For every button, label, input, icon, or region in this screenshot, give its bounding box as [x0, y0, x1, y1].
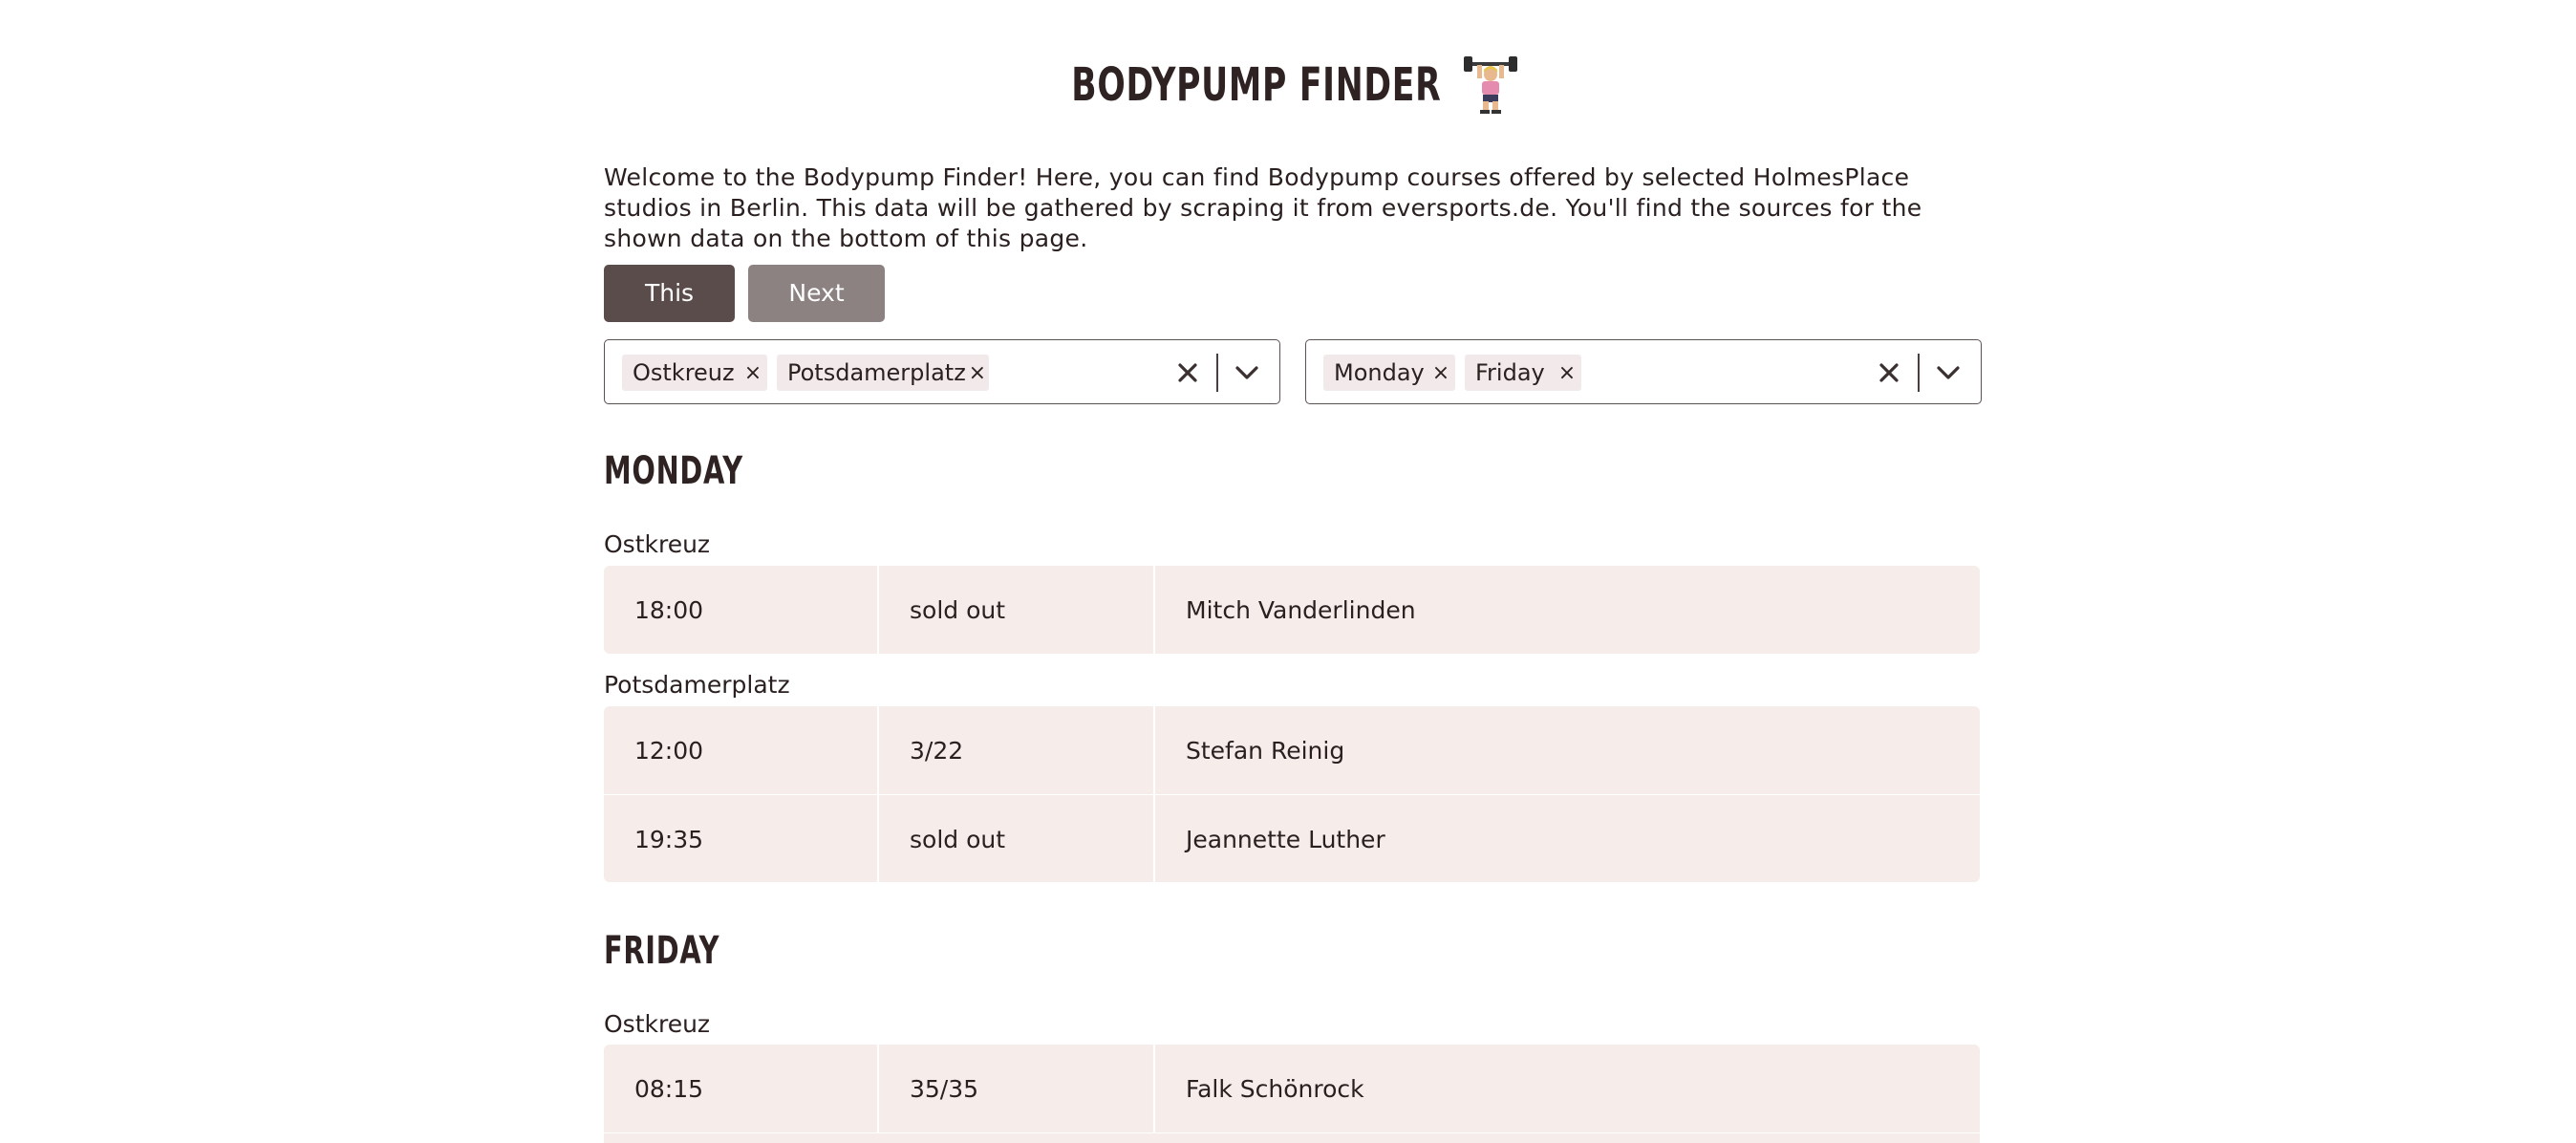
studio-label-ostkreuz: Ostkreuz: [604, 1010, 711, 1038]
course-trainer: Mitch Vanderlinden: [1186, 595, 1416, 624]
course-trainer: Stefan Reinig: [1186, 736, 1345, 765]
this-week-button[interactable]: This week: [604, 265, 735, 364]
next-week-button[interactable]: Next week: [748, 265, 885, 364]
chip-label: Monday: [1334, 359, 1425, 386]
chip-label: Friday: [1475, 359, 1545, 386]
remove-chip-icon[interactable]: ×: [1553, 355, 1581, 391]
table-row: 12:00 3/22 Stefan Reinig: [604, 706, 1980, 794]
studio-label-ostkreuz: Ostkreuz: [604, 530, 711, 558]
remove-chip-icon[interactable]: ×: [1427, 355, 1455, 391]
page-title: BODYPUMP FINDER: [1071, 58, 1442, 112]
day-heading-friday: FRIDAY: [604, 929, 720, 973]
course-time: 08:15: [604, 1045, 879, 1132]
course-table: 18:00 sold out Mitch Vanderlinden: [604, 566, 1980, 654]
course-spots: sold out: [879, 566, 1155, 654]
remove-chip-icon[interactable]: ×: [966, 355, 989, 391]
intro-text: Welcome to the Bodypump Finder! Here, yo…: [604, 163, 1922, 252]
course-table: 08:15 35/35 Falk Schönrock: [604, 1045, 1980, 1143]
day-chip-friday: Friday ×: [1465, 355, 1581, 391]
location-chip-potsdamerplatz: Potsdamerplatz ×: [777, 355, 989, 391]
select-divider: [1216, 354, 1218, 392]
course-trainer: Falk Schönrock: [1186, 1074, 1364, 1103]
day-heading-monday: MONDAY: [604, 449, 743, 493]
day-select[interactable]: Monday × Friday ×: [1305, 339, 1982, 404]
course-time: 18:00: [604, 566, 879, 654]
course-spots: sold out: [879, 795, 1155, 882]
location-chip-ostkreuz: Ostkreuz ×: [622, 355, 767, 391]
studio-label-potsdamerplatz: Potsdamerplatz: [604, 671, 790, 699]
select-divider: [1918, 354, 1920, 392]
table-row: 19:35 sold out Jeannette Luther: [604, 794, 1980, 882]
chevron-down-icon[interactable]: [1929, 354, 1967, 392]
course-spots: 3/22: [879, 706, 1155, 794]
weightlifter-icon: [1463, 56, 1517, 114]
course-table: 12:00 3/22 Stefan Reinig 19:35 sold out …: [604, 706, 1980, 882]
course-spots: 35/35: [879, 1045, 1155, 1132]
chip-label: Ostkreuz: [633, 359, 735, 386]
page: BODYPUMP FINDER Welcome to the Bodypump …: [0, 0, 2576, 1143]
clear-icon[interactable]: [1169, 354, 1207, 392]
location-select[interactable]: Ostkreuz × Potsdamerplatz ×: [604, 339, 1280, 404]
table-row: 18:00 sold out Mitch Vanderlinden: [604, 566, 1980, 654]
page-header: BODYPUMP FINDER: [604, 50, 1980, 120]
chevron-down-icon[interactable]: [1228, 354, 1266, 392]
table-row-partial: [604, 1132, 1980, 1143]
table-row: 08:15 35/35 Falk Schönrock: [604, 1045, 1980, 1132]
course-trainer: Jeannette Luther: [1186, 825, 1385, 853]
course-time: 12:00: [604, 706, 879, 794]
clear-icon[interactable]: [1870, 354, 1908, 392]
course-time: 19:35: [604, 795, 879, 882]
day-chip-monday: Monday ×: [1323, 355, 1455, 391]
chip-label: Potsdamerplatz: [787, 359, 966, 386]
remove-chip-icon[interactable]: ×: [739, 355, 767, 391]
